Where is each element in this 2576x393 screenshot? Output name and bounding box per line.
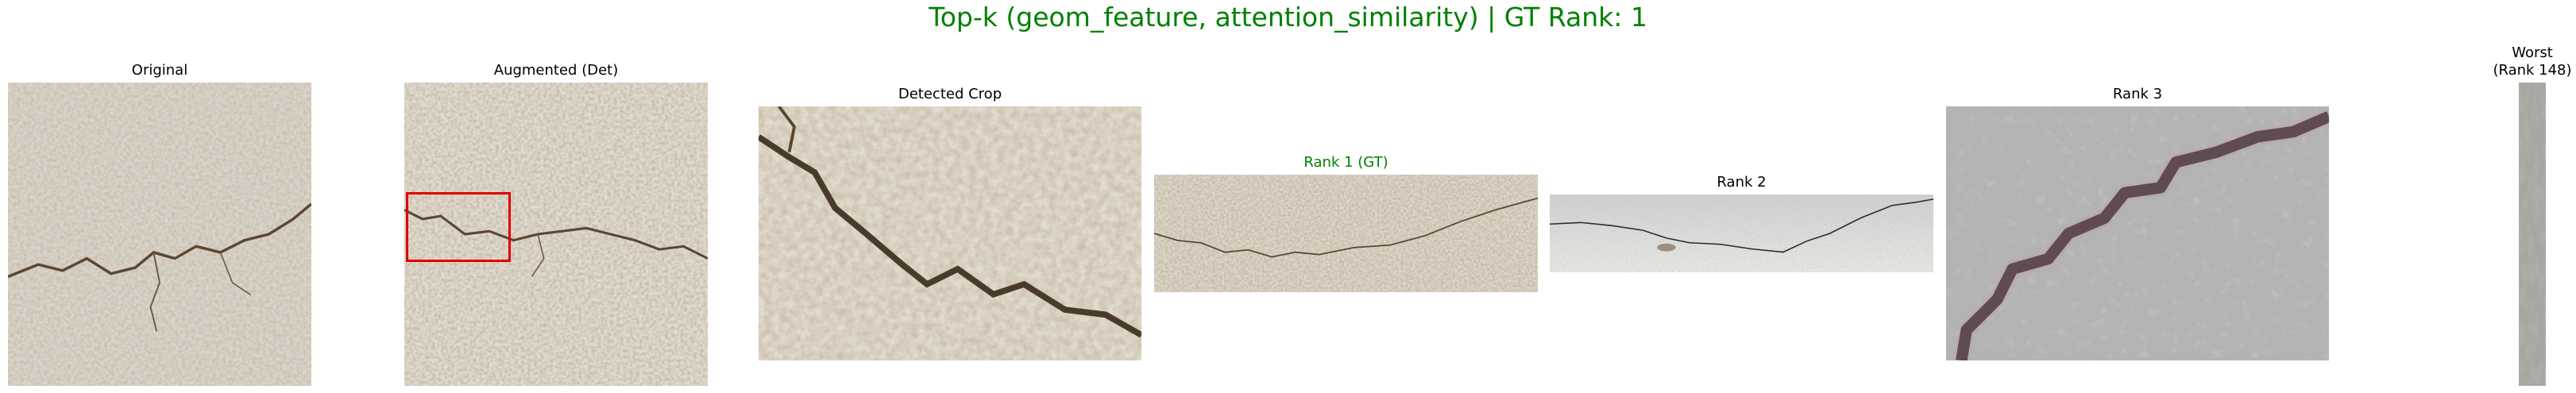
panel-detected-crop: Detected Crop — [759, 86, 1141, 360]
panel-caption: Rank 3 — [2112, 86, 2163, 102]
panel-rank-1: Rank 1 (GT) — [1154, 154, 1538, 292]
panel-original: Original — [8, 62, 311, 386]
rank-2-image — [1550, 195, 1933, 272]
panel-caption: Augmented (Det) — [493, 62, 619, 79]
panel-augmented: Augmented (Det) — [404, 62, 708, 386]
original-image — [8, 83, 311, 386]
detected-crop-image — [759, 106, 1141, 360]
rank-3-image — [1946, 106, 2329, 360]
panel-caption-line2: (Rank 148) — [2493, 62, 2572, 79]
rank-1-image — [1154, 175, 1538, 292]
detection-box — [406, 192, 511, 262]
panel-rank-3: Rank 3 — [1946, 86, 2329, 360]
panel-caption: Original — [131, 62, 188, 79]
panel-caption-line1: Worst — [2512, 44, 2553, 61]
worst-image — [2519, 83, 2546, 386]
panel-caption: Detected Crop — [898, 86, 1002, 102]
panel-rank-2: Rank 2 — [1550, 174, 1933, 272]
panel-caption: Rank 1 (GT) — [1303, 154, 1388, 171]
panel-caption: Rank 2 — [1717, 174, 1767, 191]
figure-title: Top-k (geom_feature, attention_similarit… — [929, 2, 1647, 33]
panel-worst: Worst (Rank 148) — [2493, 44, 2572, 386]
